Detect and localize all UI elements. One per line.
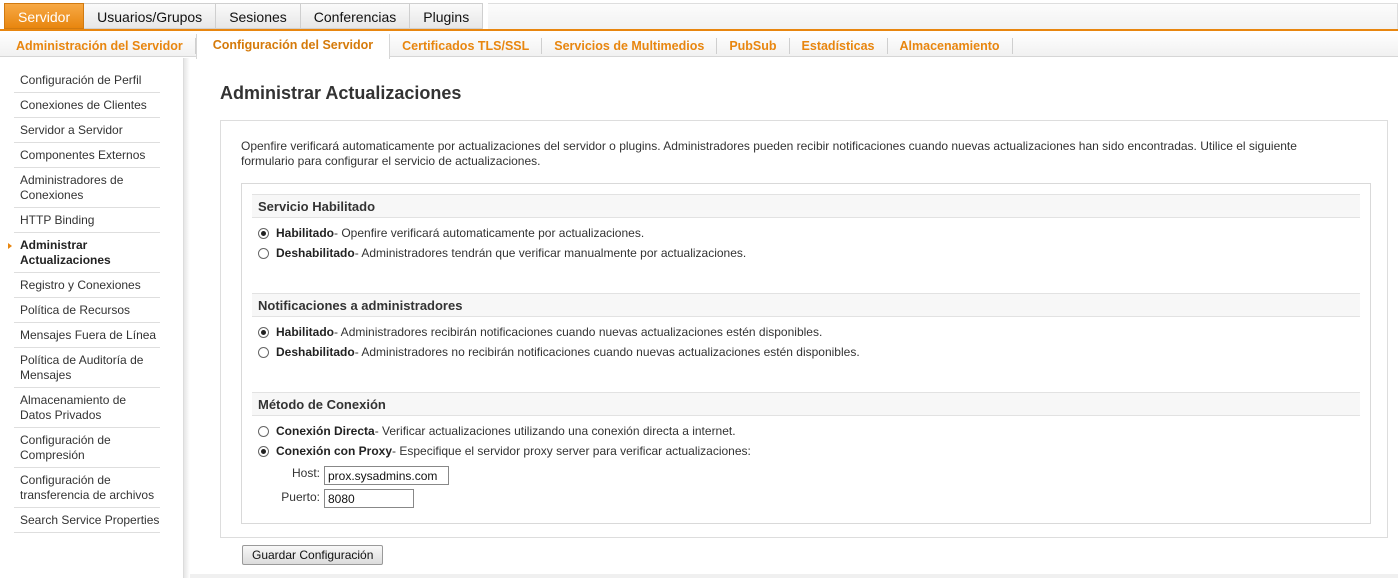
option-servicio-deshabilitado[interactable]: Deshabilitado - Administradores tendrán … xyxy=(258,245,746,261)
sidebar-item-label: Administrar Actualizaciones xyxy=(20,238,111,267)
option-description: - Openfire verificará automaticamente po… xyxy=(334,226,645,240)
footer-band xyxy=(190,574,1398,578)
page-title: Administrar Actualizaciones xyxy=(220,83,462,103)
sidebar-item-http-binding[interactable]: HTTP Binding xyxy=(14,208,160,233)
intro-text: Openfire verificará automaticamente por … xyxy=(241,139,1297,168)
sub-navigation: Administración del Servidor Configuració… xyxy=(0,31,1398,59)
top-tabs: Servidor Usuarios/Grupos Sesiones Confer… xyxy=(4,3,484,29)
radio-unchecked-icon[interactable] xyxy=(258,425,269,437)
sidebar-item-servidor-a-servidor[interactable]: Servidor a Servidor xyxy=(14,118,160,143)
option-label: Conexión Directa xyxy=(276,424,375,438)
subtab-estadisticas[interactable]: Estadísticas xyxy=(790,38,888,54)
subtab-administracion-servidor[interactable]: Administración del Servidor xyxy=(4,38,196,54)
option-servicio-habilitado[interactable]: Habilitado - Openfire verificará automat… xyxy=(258,225,644,241)
radio-checked-icon[interactable] xyxy=(258,445,269,457)
option-label: Deshabilitado xyxy=(276,246,355,260)
subtab-configuracion-servidor[interactable]: Configuración del Servidor xyxy=(195,34,391,59)
tab-conferencias[interactable]: Conferencias xyxy=(300,3,411,29)
proxy-host-label: Host: xyxy=(291,466,320,480)
sidebar-item-compresion[interactable]: Configuración de Compresión xyxy=(14,428,160,468)
option-description: - Administradores tendrán que verificar … xyxy=(354,246,747,260)
proxy-port-label: Puerto: xyxy=(281,490,320,504)
sidebar-item-administrar-actualizaciones[interactable]: Administrar Actualizaciones xyxy=(8,233,160,273)
section-heading-metodo-conexion: Método de Conexión xyxy=(252,392,1360,416)
sidebar-divider xyxy=(184,58,190,578)
option-label: Habilitado xyxy=(276,325,335,339)
option-description: - Administradores recibirán notificacion… xyxy=(334,325,823,339)
settings-panel: Openfire verificará automaticamente por … xyxy=(220,120,1388,538)
subtab-pubsub[interactable]: PubSub xyxy=(717,38,790,54)
proxy-host-input[interactable] xyxy=(324,466,449,485)
option-conexion-proxy[interactable]: Conexión con Proxy - Especifique el serv… xyxy=(258,443,751,459)
option-notificaciones-deshabilitado[interactable]: Deshabilitado - Administradores no recib… xyxy=(258,344,860,360)
tab-sesiones[interactable]: Sesiones xyxy=(216,3,301,29)
option-notificaciones-habilitado[interactable]: Habilitado - Administradores recibirán n… xyxy=(258,324,822,340)
tab-usuarios-grupos[interactable]: Usuarios/Grupos xyxy=(84,3,217,29)
section-heading-notificaciones: Notificaciones a administradores xyxy=(252,293,1360,317)
sidebar-item-administradores-conexiones[interactable]: Administradores de Conexiones xyxy=(14,168,160,208)
subtab-almacenamiento[interactable]: Almacenamiento xyxy=(888,38,1013,54)
option-label: Habilitado xyxy=(276,226,335,240)
radio-checked-icon[interactable] xyxy=(258,227,269,239)
option-conexion-directa[interactable]: Conexión Directa - Verificar actualizaci… xyxy=(258,423,736,439)
top-nav-filler xyxy=(488,3,1398,29)
sidebar-item-componentes-externos[interactable]: Componentes Externos xyxy=(14,143,160,168)
option-label: Deshabilitado xyxy=(276,345,355,359)
active-arrow-icon xyxy=(8,243,12,249)
section-heading-servicio: Servicio Habilitado xyxy=(252,194,1360,218)
sidebar-item-politica-auditoria[interactable]: Política de Auditoría de Mensajes xyxy=(14,348,160,388)
option-label: Conexión con Proxy xyxy=(276,444,393,458)
sidebar-item-mensajes-fuera-linea[interactable]: Mensajes Fuera de Línea xyxy=(14,323,160,348)
sidebar-item-perfil[interactable]: Configuración de Perfil xyxy=(14,68,160,93)
save-button[interactable]: Guardar Configuración xyxy=(242,545,384,565)
radio-unchecked-icon[interactable] xyxy=(258,247,269,259)
sidebar-item-conexiones-clientes[interactable]: Conexiones de Clientes xyxy=(14,93,160,118)
sidebar-item-datos-privados[interactable]: Almacenamiento de Datos Privados xyxy=(14,388,160,428)
sub-tabs: Administración del Servidor Configuració… xyxy=(4,34,1013,59)
proxy-port-input[interactable] xyxy=(324,489,414,508)
sidebar-item-transferencia-archivos[interactable]: Configuración de transferencia de archiv… xyxy=(14,468,160,508)
settings-form: Servicio Habilitado Habilitado - Openfir… xyxy=(241,183,1371,524)
subtab-multimedios[interactable]: Servicios de Multimedios xyxy=(542,38,718,54)
sidebar-item-politica-recursos[interactable]: Política de Recursos xyxy=(14,298,160,323)
sidebar-item-registro-conexiones[interactable]: Registro y Conexiones xyxy=(14,273,160,298)
option-description: - Administradores no recibirán notificac… xyxy=(354,345,860,359)
radio-checked-icon[interactable] xyxy=(258,326,269,338)
sidebar: Configuración de Perfil Conexiones de Cl… xyxy=(0,58,184,578)
option-description: - Especifique el servidor proxy server p… xyxy=(392,444,751,458)
sidebar-items: Configuración de Perfil Conexiones de Cl… xyxy=(8,68,160,533)
tab-plugins[interactable]: Plugins xyxy=(410,3,484,29)
sidebar-item-search-service[interactable]: Search Service Properties xyxy=(14,508,160,533)
radio-unchecked-icon[interactable] xyxy=(258,346,269,358)
option-description: - Verificar actualizaciones utilizando u… xyxy=(374,424,736,438)
tab-servidor[interactable]: Servidor xyxy=(4,3,85,29)
subtab-certificados[interactable]: Certificados TLS/SSL xyxy=(390,38,543,54)
